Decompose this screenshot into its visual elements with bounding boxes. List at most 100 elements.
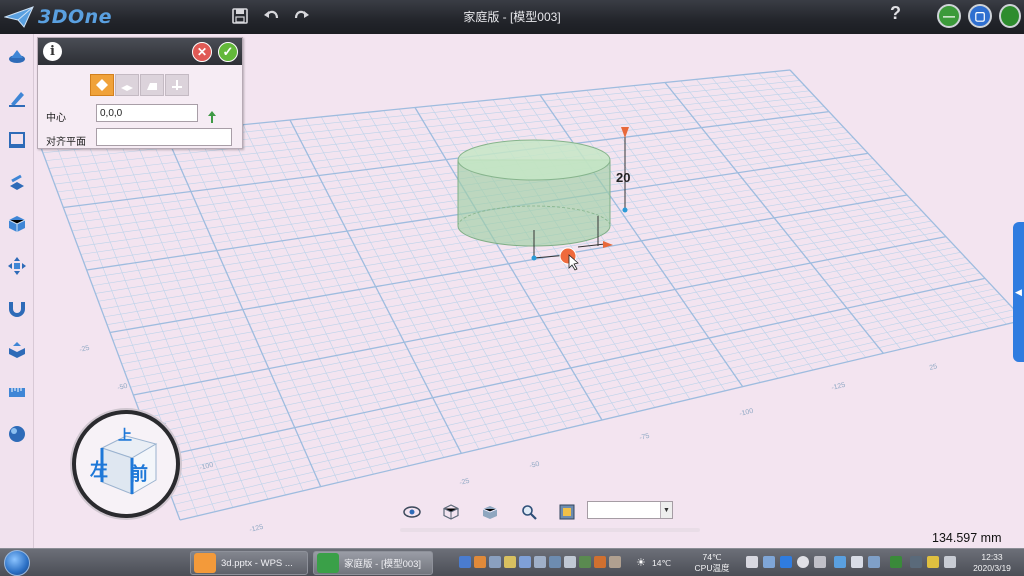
view-orientation-button[interactable] (440, 501, 462, 523)
combination-tool[interactable] (5, 338, 29, 362)
view-render-icon (482, 506, 498, 519)
tray-cloud-icon[interactable] (834, 556, 846, 568)
undo-icon (264, 10, 279, 19)
axis-tick-label: -75 (639, 433, 651, 442)
tray-shield-icon[interactable] (780, 556, 792, 568)
special-function-tool[interactable] (5, 212, 29, 236)
face-mode-icon (147, 83, 157, 90)
app-logo[interactable]: 3DOne (4, 4, 112, 30)
window-title: 家庭版 - [模型003] (463, 10, 561, 24)
placement-mode-group (90, 74, 189, 96)
special-function-icon (8, 216, 26, 232)
clock-time[interactable]: 12:33 (968, 552, 1016, 562)
taskbar-item-wps[interactable]: 3d.pptx - WPS ... (190, 551, 308, 575)
tray-app-icon[interactable] (814, 556, 826, 568)
redo-icon (294, 10, 309, 19)
view-fit-button[interactable] (556, 501, 578, 523)
3done-app-icon (317, 553, 339, 573)
render-material-icon (9, 426, 25, 442)
tray-nvidia-icon[interactable] (890, 556, 902, 568)
center-label: 中心 (46, 113, 66, 124)
basic-shape-tool[interactable] (5, 44, 29, 68)
tray-keyboard-icon[interactable] (910, 556, 922, 568)
close-button[interactable] (999, 4, 1021, 28)
maximize-button[interactable]: ▢ (968, 4, 992, 28)
sketch-tool[interactable] (5, 86, 29, 110)
basic-edit-tool[interactable] (5, 254, 29, 278)
mode-face-button[interactable] (140, 74, 164, 96)
render-mode-button[interactable] (479, 501, 501, 523)
clock-date[interactable]: 2020/3/19 (968, 563, 1016, 573)
tray-notification-icon[interactable] (797, 556, 809, 568)
start-button[interactable] (4, 550, 30, 576)
magnet-icon (9, 302, 25, 317)
quick-launch-icon[interactable] (474, 556, 486, 568)
quick-launch-icon[interactable] (549, 556, 561, 568)
maximize-icon: ▢ (974, 9, 986, 23)
taskbar-item-label: 3d.pptx - WPS ... (221, 557, 293, 569)
quick-launch-icon[interactable] (594, 556, 606, 568)
distance-measure-tool[interactable] (5, 380, 29, 404)
save-button[interactable] (228, 4, 252, 28)
quick-launch-icon[interactable] (534, 556, 546, 568)
view-cube-front-face[interactable]: 前 (130, 460, 148, 486)
chevron-down-icon[interactable]: ▼ (660, 502, 672, 518)
sketch-edit-tool[interactable] (5, 128, 29, 152)
info-icon[interactable]: i (43, 42, 62, 61)
axis-tick-label: -25 (459, 478, 471, 487)
view-cube-icon (443, 504, 459, 520)
zoom-button[interactable] (518, 501, 540, 523)
pick-point-icon[interactable] (206, 110, 218, 124)
mode-axis-button[interactable] (165, 74, 189, 96)
app-logo-text: 3DOne (38, 6, 113, 28)
cpu-temperature-label: CPU温度 (694, 563, 730, 573)
quick-launch-icon[interactable] (489, 556, 501, 568)
right-panel-toggle[interactable]: ◀ (1013, 222, 1024, 362)
mode-plane-button[interactable] (115, 74, 139, 96)
align-plane-input[interactable] (96, 128, 232, 146)
quick-launch-m-icon[interactable] (459, 556, 471, 568)
check-icon: ✓ (222, 44, 234, 59)
undo-button[interactable] (259, 4, 283, 28)
view-cube-left-face[interactable]: 左 (90, 456, 108, 482)
quick-launch-icon[interactable] (519, 556, 531, 568)
save-icon (232, 8, 248, 24)
quick-launch-icon[interactable] (564, 556, 576, 568)
height-dimension-label[interactable]: 20 (616, 170, 630, 185)
help-button[interactable]: ? (890, 3, 901, 24)
view-visibility-button[interactable] (401, 501, 423, 523)
mode-point-button[interactable] (90, 74, 114, 96)
plane-mode-icon (121, 85, 133, 91)
magnet-tool[interactable] (5, 296, 29, 320)
quick-launch-icon[interactable] (504, 556, 516, 568)
tray-power-icon[interactable] (927, 556, 939, 568)
view-mode-select[interactable]: ▼ (587, 501, 673, 519)
tray-bluetooth-icon[interactable] (868, 556, 880, 568)
view-cube[interactable]: 上 左 前 (72, 410, 180, 518)
grid-major-line (179, 319, 1024, 521)
view-cube-top-face[interactable]: 上 (118, 425, 132, 445)
basic-edit-icon (8, 257, 26, 275)
tray-mail-icon[interactable] (746, 556, 758, 568)
render-material-tool[interactable] (5, 422, 29, 446)
panel-confirm-button[interactable]: ✓ (218, 42, 238, 62)
distance-measure-icon (9, 388, 25, 397)
wps-presentation-icon (194, 553, 216, 573)
cpu-temperature: 74℃ (702, 552, 722, 562)
feature-modeling-tool[interactable] (5, 170, 29, 194)
view-toolbar: ▼ (400, 498, 700, 538)
weather-temperature: 14℃ (652, 558, 672, 568)
tray-app-icon[interactable] (851, 556, 863, 568)
quick-launch-icon[interactable] (579, 556, 591, 568)
taskbar-item-3done[interactable]: 家庭版 - [模型003] (313, 551, 433, 575)
point-mode-icon (96, 79, 108, 91)
panel-cancel-button[interactable]: ✕ (192, 42, 212, 62)
view-eye-icon (403, 506, 421, 518)
quick-launch-icon[interactable] (609, 556, 621, 568)
minimize-button[interactable]: — (937, 4, 961, 28)
center-input[interactable] (96, 104, 198, 122)
axis-tick-label: -25 (79, 345, 91, 354)
tray-app-icon[interactable] (763, 556, 775, 568)
redo-button[interactable] (290, 4, 314, 28)
tray-volume-icon[interactable] (944, 556, 956, 568)
